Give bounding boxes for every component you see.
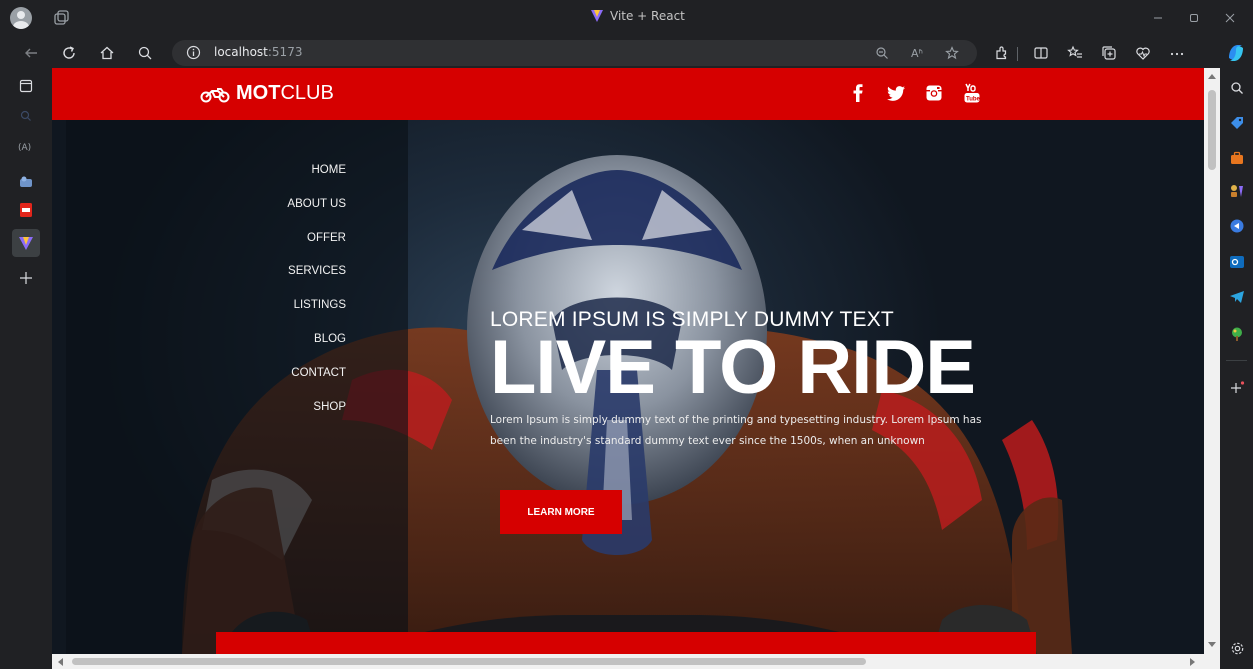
- scroll-right-arrow-icon[interactable]: [1190, 658, 1195, 666]
- url-text[interactable]: localhost:5173: [214, 45, 302, 59]
- favorites-icon[interactable]: [1064, 42, 1086, 64]
- back-button[interactable]: [20, 42, 42, 64]
- add-sidebar-app-icon[interactable]: [1227, 378, 1247, 398]
- twitter-icon[interactable]: [886, 83, 906, 103]
- vite-tab-icon[interactable]: [12, 229, 40, 257]
- address-bar[interactable]: localhost:5173 Aʱ: [172, 40, 977, 66]
- sidebar-divider: [1226, 360, 1247, 361]
- learn-more-button[interactable]: LEARN MORE: [500, 490, 622, 534]
- copilot-app-icon[interactable]: [1227, 216, 1247, 236]
- menu-item-blog[interactable]: BLOG: [287, 333, 346, 367]
- brand-light: CLUB: [280, 82, 334, 104]
- svg-text:Tube: Tube: [966, 96, 980, 102]
- refresh-button[interactable]: [58, 42, 80, 64]
- outlook-icon[interactable]: [1227, 252, 1247, 272]
- brand-logo[interactable]: MOTCLUB: [200, 82, 334, 105]
- vertical-scrollbar[interactable]: [1204, 68, 1220, 654]
- url-host: localhost: [214, 45, 268, 59]
- scroll-left-arrow-icon[interactable]: [58, 658, 63, 666]
- split-screen-icon[interactable]: [1030, 42, 1052, 64]
- right-sidebar: [1220, 68, 1253, 669]
- read-aloud-icon[interactable]: Aʱ: [909, 45, 925, 61]
- left-sidebar: (A): [0, 68, 52, 669]
- games-icon[interactable]: [1227, 181, 1247, 201]
- youtube-icon[interactable]: Tube: [962, 83, 982, 103]
- hero-section: HOME ABOUT US OFFER SERVICES LISTINGS BL…: [52, 120, 1204, 654]
- browser-essentials-icon[interactable]: [1132, 42, 1154, 64]
- people-app-icon[interactable]: [14, 169, 38, 193]
- menu-item-offer[interactable]: OFFER: [287, 232, 346, 266]
- menu-item-about-us[interactable]: ABOUT US: [287, 198, 346, 232]
- bottom-red-bar: [216, 632, 1036, 654]
- more-options-icon[interactable]: [1166, 42, 1188, 64]
- close-button[interactable]: [1220, 8, 1240, 28]
- sidebar-search-icon[interactable]: [1227, 78, 1247, 98]
- facebook-icon[interactable]: [848, 83, 868, 103]
- window-title: Vite + React: [590, 9, 685, 23]
- main-menu: HOME ABOUT US OFFER SERVICES LISTINGS BL…: [287, 164, 346, 434]
- horizontal-scroll-thumb[interactable]: [72, 658, 866, 665]
- hero-paragraph: Lorem Ipsum is simply dummy text of the …: [490, 414, 982, 447]
- favorite-star-icon[interactable]: [944, 45, 960, 61]
- copilot-icon[interactable]: [1224, 41, 1248, 65]
- menu-item-contact[interactable]: CONTACT: [287, 367, 346, 401]
- instagram-icon[interactable]: [924, 83, 944, 103]
- tree-app-icon[interactable]: [1227, 324, 1247, 344]
- tools-briefcase-icon[interactable]: [1227, 148, 1247, 168]
- translate-icon[interactable]: (A): [14, 134, 38, 158]
- collections-icon[interactable]: [1098, 42, 1120, 64]
- social-links: Tube: [848, 83, 982, 103]
- zoom-icon[interactable]: [874, 45, 890, 61]
- menu-item-home[interactable]: HOME: [287, 164, 347, 198]
- profile-avatar[interactable]: [10, 7, 32, 29]
- brand-bold: MOT: [236, 82, 281, 104]
- vite-logo-icon: [591, 10, 603, 22]
- telegram-icon[interactable]: [1227, 287, 1247, 307]
- title-bar: Vite + React: [0, 0, 1253, 38]
- site-info-icon[interactable]: [186, 45, 201, 60]
- scroll-down-arrow-icon[interactable]: [1208, 642, 1216, 647]
- pdf-app-icon[interactable]: [14, 198, 38, 222]
- menu-item-listings[interactable]: LISTINGS: [287, 299, 346, 333]
- menu-item-services[interactable]: SERVICES: [287, 265, 346, 299]
- nav-menu-panel: HOME ABOUT US OFFER SERVICES LISTINGS BL…: [66, 120, 408, 654]
- site-header: MOTCLUB Tube: [52, 68, 1204, 120]
- hero-title: LIVE TO RIDE: [490, 325, 976, 410]
- shopping-tag-icon[interactable]: [1227, 113, 1247, 133]
- minimize-button[interactable]: [1148, 8, 1168, 28]
- sidebar-settings-icon[interactable]: [1227, 638, 1247, 658]
- window-title-text: Vite + React: [610, 9, 685, 23]
- scroll-up-arrow-icon[interactable]: [1208, 74, 1216, 79]
- home-button[interactable]: [96, 42, 118, 64]
- add-tab-icon[interactable]: [14, 266, 38, 290]
- hero-text-block: LOREM IPSUM IS SIMPLY DUMMY TEXT LIVE TO…: [490, 308, 1010, 452]
- menu-item-shop[interactable]: SHOP: [287, 401, 346, 435]
- read-aloud-label: Aʱ: [911, 46, 923, 60]
- restore-button[interactable]: [1184, 8, 1204, 28]
- search-button[interactable]: [134, 42, 156, 64]
- url-port: :5173: [267, 45, 303, 59]
- extensions-icon[interactable]: [990, 42, 1012, 64]
- vertical-scroll-thumb[interactable]: [1208, 90, 1216, 170]
- tab-actions-icon[interactable]: [52, 9, 70, 27]
- sidebar-search-icon[interactable]: [14, 104, 38, 128]
- sidebar-toggle-icon[interactable]: [14, 74, 38, 98]
- horizontal-scrollbar[interactable]: [52, 654, 1220, 669]
- motorcycle-icon: [200, 87, 230, 102]
- navigation-bar: localhost:5173 Aʱ: [0, 38, 1253, 68]
- page-viewport: MOTCLUB Tube HOME ABOUT US OFFER SERVICE…: [52, 68, 1204, 654]
- toolbar-divider: [1017, 47, 1018, 61]
- svg-text:(A): (A): [18, 143, 31, 152]
